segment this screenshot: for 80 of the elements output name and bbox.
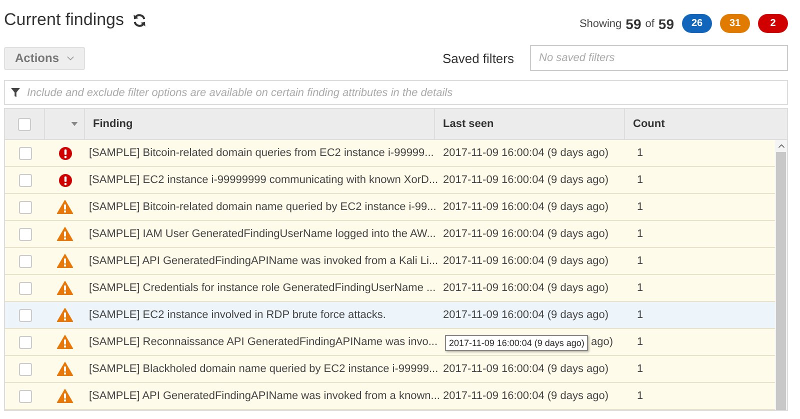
saved-filters-field[interactable]: No saved filters bbox=[530, 45, 788, 71]
row-checkbox[interactable] bbox=[18, 308, 32, 322]
column-header[interactable]: Last seen bbox=[435, 109, 625, 139]
total-count: 59 bbox=[658, 16, 674, 32]
finding-row[interactable]: [SAMPLE] Bitcoin-related domain queries from EC2 instance i-99999... 2017-11-09 16:00:04 (9 days ago) 1 bbox=[5, 140, 775, 167]
column-header[interactable]: Count bbox=[625, 109, 787, 139]
table-cell-text: 1 bbox=[636, 228, 644, 240]
finding-row[interactable]: [SAMPLE] Reconnaissance API GeneratedFindingAPIName was invo... 2017-11-09 16:00:04 (9 days ago) ago) 1 bbox=[5, 329, 775, 356]
table-cell: 2017-11-09 16:00:04 (9 days ago) bbox=[443, 147, 609, 159]
select-all-checkbox[interactable] bbox=[18, 118, 31, 130]
row-checkbox[interactable] bbox=[18, 282, 32, 294]
warning-triangle-icon bbox=[57, 362, 73, 376]
severity-count-badge[interactable]: 26 bbox=[682, 14, 712, 33]
table-cell-text: [SAMPLE] Blackholed domain name queried by EC2 instance i-99999... bbox=[88, 363, 435, 375]
table-cell-text: [SAMPLE] EC2 instance involved in RDP brute force attacks. bbox=[88, 309, 387, 321]
table-cell: 2017-11-09 16:00:04 (9 days ago) bbox=[443, 390, 609, 402]
table-cell-text: 1 bbox=[636, 363, 644, 375]
row-checkbox[interactable] bbox=[18, 174, 32, 186]
table-cell: 2017-11-09 16:00:04 (9 days ago) bbox=[443, 363, 609, 375]
of-label: of bbox=[645, 18, 654, 30]
caret-icon bbox=[67, 56, 74, 60]
warning-triangle-icon bbox=[57, 227, 73, 241]
table-cell-text: 1 bbox=[636, 309, 644, 321]
row-checkbox[interactable] bbox=[18, 390, 32, 402]
row-checkbox[interactable] bbox=[18, 200, 32, 214]
table-cell-text: 1 bbox=[636, 336, 644, 348]
showing-label: Showing bbox=[579, 18, 622, 30]
column-header[interactable]: Finding bbox=[85, 109, 435, 139]
row-checkbox[interactable] bbox=[18, 146, 32, 160]
warning-triangle-icon bbox=[57, 281, 73, 295]
warning-triangle-icon bbox=[57, 308, 73, 322]
table-cell-text: 1 bbox=[636, 282, 644, 294]
table-cell-text: [SAMPLE] Reconnaissance API GeneratedFindingAPIName was invo... bbox=[88, 336, 435, 348]
filter-field[interactable]: Include and exclude filter options are available on certain finding attributes in the details bbox=[4, 80, 788, 105]
finding-row[interactable]: [SAMPLE] Credentials for instance role GeneratedFindingUserName ... 2017-11-09 16:00:04 (9 days ago) 1 bbox=[5, 275, 775, 302]
table-cell: 2017-11-09 16:00:04 (9 days ago) bbox=[443, 201, 609, 213]
table-cell-text: 1 bbox=[636, 255, 644, 267]
table-cell: ago) bbox=[591, 336, 614, 348]
finding-row[interactable]: [SAMPLE] IAM User GeneratedFindingUserName logged into the AW... 2017-11-09 16:00:04 (9 days ago) 1 bbox=[5, 221, 775, 248]
row-checkbox[interactable] bbox=[18, 362, 32, 376]
actions-dropdown[interactable]: Actions bbox=[4, 46, 86, 70]
table-cell-text: [SAMPLE] Bitcoin-related domain queries from EC2 instance i-99999... bbox=[88, 147, 435, 159]
error-circle-icon bbox=[58, 174, 72, 186]
row-checkbox[interactable] bbox=[18, 228, 32, 240]
error-circle-icon bbox=[58, 146, 72, 160]
row-checkbox[interactable] bbox=[18, 336, 32, 348]
table-cell-text: [SAMPLE] Bitcoin-related domain name queried by EC2 instance i-99... bbox=[88, 201, 435, 213]
warning-triangle-icon bbox=[57, 200, 73, 214]
warning-triangle-icon bbox=[57, 335, 73, 349]
table-cell-text: 1 bbox=[636, 174, 644, 186]
table-cell: 2017-11-09 16:00:04 (9 days ago) bbox=[443, 228, 609, 240]
sort-caret-icon[interactable] bbox=[71, 122, 78, 126]
finding-row[interactable]: [SAMPLE] EC2 instance involved in RDP brute force attacks. 2017-11-09 16:00:04 (9 days ago) 1 bbox=[5, 302, 775, 329]
table-cell: 2017-11-09 16:00:04 (9 days ago) bbox=[443, 174, 609, 186]
table-cell-text: [SAMPLE] EC2 instance i-99999999 communicating with known XorD... bbox=[88, 174, 435, 186]
table-cell-text: [SAMPLE] IAM User GeneratedFindingUserName logged into the AW... bbox=[88, 228, 435, 240]
scroll-up-icon[interactable] bbox=[778, 144, 784, 148]
table-cell-text: [SAMPLE] API GeneratedFindingAPIName was invoked from a Kali Li... bbox=[88, 255, 435, 267]
tooltip: 2017-11-09 16:00:04 (9 days ago) bbox=[445, 335, 588, 351]
table-cell: 2017-11-09 16:00:04 (9 days ago) bbox=[443, 282, 609, 294]
finding-row[interactable]: [SAMPLE] Bitcoin-related domain name queried by EC2 instance i-99... 2017-11-09 16:00:04 (9 days ago) 1 bbox=[5, 194, 775, 221]
table-cell-text: 1 bbox=[636, 201, 644, 213]
finding-row[interactable]: [SAMPLE] Blackholed domain name queried by EC2 instance i-99999... 2017-11-09 16:00:04 (9 days ago) 1 bbox=[5, 356, 775, 383]
finding-row[interactable]: [SAMPLE] API GeneratedFindingAPIName was invoked from a known... 2017-11-09 16:00:04 (9 days ago) 1 bbox=[5, 383, 775, 410]
finding-row[interactable]: [SAMPLE] EC2 instance i-99999999 communicating with known XorD... 2017-11-09 16:00:04 (9 days ago) 1 bbox=[5, 167, 775, 194]
saved-filters-label: Saved filters bbox=[442, 50, 514, 66]
table-cell-text: 1 bbox=[636, 390, 644, 402]
table-cell: 2017-11-09 16:00:04 (9 days ago) bbox=[443, 255, 609, 267]
table-cell: 2017-11-09 16:00:04 (9 days ago) bbox=[443, 309, 609, 321]
refresh-icon[interactable] bbox=[132, 12, 148, 28]
table-cell-text: 1 bbox=[636, 147, 644, 159]
shown-count: 59 bbox=[626, 16, 642, 32]
warning-triangle-icon bbox=[57, 389, 73, 403]
warning-triangle-icon bbox=[57, 254, 73, 268]
page-title: Current findings bbox=[4, 10, 124, 30]
scrollbar[interactable] bbox=[775, 140, 787, 410]
table-cell-text: [SAMPLE] Credentials for instance role GeneratedFindingUserName ... bbox=[88, 282, 435, 294]
finding-row[interactable]: [SAMPLE] API GeneratedFindingAPIName was invoked from a Kali Li... 2017-11-09 16:00:04 (9 days ago) 1 bbox=[5, 248, 775, 275]
row-checkbox[interactable] bbox=[18, 254, 32, 268]
severity-count-badge[interactable]: 2 bbox=[758, 14, 788, 33]
